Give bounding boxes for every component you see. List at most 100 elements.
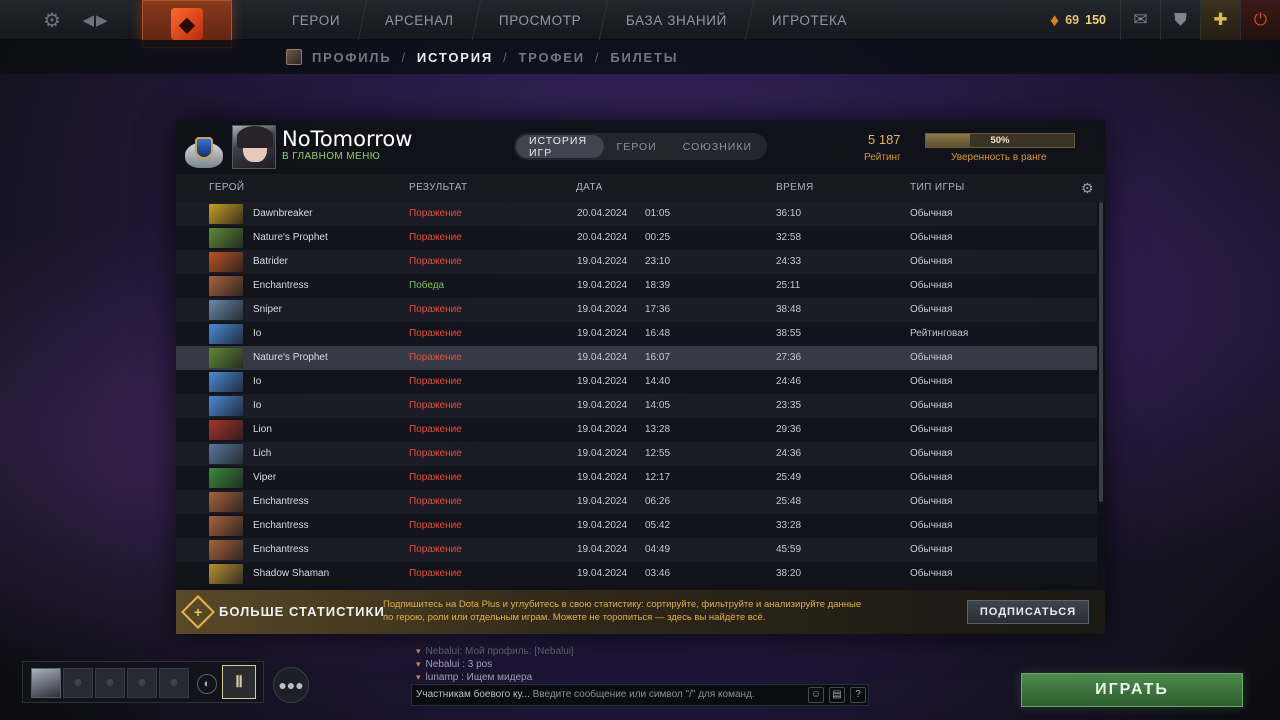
party-avatar[interactable] [31, 668, 61, 698]
subscribe-button[interactable]: ПОДПИСАТЬСЯ [967, 600, 1089, 624]
nav-armory[interactable]: АРСЕНАЛ [357, 0, 481, 40]
match-start-time: 03:46 [645, 568, 671, 579]
hero-portrait [209, 276, 243, 296]
hero-name: Enchantress [253, 280, 309, 291]
match-start-time: 23:10 [645, 256, 671, 267]
tab-match-history[interactable]: ИСТОРИЯ ИГР [516, 135, 604, 159]
shards-count: 69 [1065, 13, 1080, 27]
table-row[interactable]: Enchantress Поражение 19.04.2024 05:42 33:28… [176, 514, 1097, 538]
inventory-icon[interactable]: ⛊ [1160, 0, 1200, 40]
party-slot-empty[interactable]: ● [63, 668, 93, 698]
hero-portrait [209, 492, 243, 512]
scrollbar[interactable] [1099, 202, 1103, 502]
subnav-tickets[interactable]: БИЛЕТЫ [610, 50, 678, 65]
match-type: Обычная [910, 424, 953, 435]
back-forward-arrows-icon[interactable]: ◀▶ [76, 0, 116, 40]
match-start-time: 06:26 [645, 496, 671, 507]
table-row[interactable]: Shadow Shaman Поражение 19.04.2024 03:46 38:… [176, 562, 1097, 586]
col-duration[interactable]: ВРЕМЯ [776, 182, 814, 193]
tab-allies[interactable]: СОЮЗНИКИ [670, 135, 765, 158]
rank-tier-icon[interactable]: Ⅱ [222, 665, 256, 699]
hero-portrait [209, 300, 243, 320]
chat-rank-icon: ▾ [416, 659, 421, 669]
hero-portrait [209, 372, 243, 392]
hero-name: Nature's Prophet [253, 232, 328, 243]
currency-display[interactable]: ♦ 69 150 [1050, 10, 1106, 31]
nav-watch[interactable]: ПРОСМОТР [471, 0, 608, 40]
match-date: 20.04.2024 [577, 208, 628, 219]
table-settings-gear-icon[interactable]: ⚙ [1081, 180, 1094, 197]
nav-heroes[interactable]: ГЕРОИ [266, 0, 367, 40]
dota-plus-icon: + [181, 595, 215, 629]
dota-plus-icon[interactable]: ✚ [1200, 0, 1240, 40]
table-row[interactable]: Sniper Поражение 19.04.2024 17:36 38:48 Обычн… [176, 298, 1097, 322]
profile-header: NoTomorrow В ГЛАВНОМ МЕНЮ ИСТОРИЯ ИГР ГЕ… [176, 120, 1105, 174]
table-row[interactable]: Batrider Поражение 19.04.2024 23:10 24:33 Обы… [176, 250, 1097, 274]
subnav-history[interactable]: ИСТОРИЯ [417, 50, 493, 65]
top-bar: ⚙ ◀▶ ◆ ГЕРОИ АРСЕНАЛ ПРОСМОТР БАЗА ЗНАНИ… [0, 0, 1280, 48]
match-date: 19.04.2024 [577, 472, 628, 483]
subnav-separator: / [401, 49, 407, 65]
avatar[interactable] [232, 125, 276, 169]
match-type: Обычная [910, 520, 953, 531]
table-row[interactable]: Dawnbreaker Поражение 20.04.2024 01:05 36:10… [176, 202, 1097, 226]
match-date: 19.04.2024 [577, 400, 628, 411]
match-duration: 38:55 [776, 328, 802, 339]
hero-portrait [209, 324, 243, 344]
subnav-profile[interactable]: ПРОФИЛЬ [312, 50, 391, 65]
chat-wheel-icon[interactable]: ▤ [829, 687, 845, 703]
help-icon[interactable]: ? [850, 687, 866, 703]
match-result: Поражение [409, 328, 462, 339]
nav-learn[interactable]: БАЗА ЗНАНИЙ [599, 0, 754, 40]
table-row[interactable]: Io Поражение 19.04.2024 16:48 38:55 Рейтингов… [176, 322, 1097, 346]
match-duration: 25:48 [776, 496, 802, 507]
chat-message: ▾ Nebalui : 3 pos [416, 659, 493, 670]
col-result[interactable]: РЕЗУЛЬТАТ [409, 182, 468, 193]
match-start-time: 16:07 [645, 352, 671, 363]
chat-message: ▾ lunamp : Ищем мидера [416, 672, 533, 683]
gold-count: 150 [1085, 13, 1106, 27]
table-row[interactable]: Viper Поражение 19.04.2024 12:17 25:49 Обычна… [176, 466, 1097, 490]
table-row[interactable]: Enchantress Поражение 19.04.2024 04:49 45:59… [176, 538, 1097, 562]
settings-gear-icon[interactable]: ⚙ [32, 0, 72, 40]
match-duration: 24:33 [776, 256, 802, 267]
match-type: Обычная [910, 568, 953, 579]
mail-icon[interactable]: ✉ [1120, 0, 1160, 40]
table-row[interactable]: Io Поражение 19.04.2024 14:40 24:46 Обычная [176, 370, 1097, 394]
chat-message: ▾ Nebalui: Мой профиль: [Nebalui] [416, 646, 574, 657]
top-bar-right: ♦ 69 150 ✉ ⛊ ✚ ⏻ [1050, 0, 1280, 40]
table-row[interactable]: Lion Поражение 19.04.2024 13:28 29:36 Обычная [176, 418, 1097, 442]
match-date: 19.04.2024 [577, 544, 628, 555]
match-type: Обычная [910, 448, 953, 459]
col-hero[interactable]: ГЕРОЙ [209, 182, 245, 193]
col-date[interactable]: ДАТА [576, 182, 603, 193]
match-duration: 23:35 [776, 400, 802, 411]
nav-arcade[interactable]: ИГРОТЕКА [745, 0, 874, 40]
chat-input[interactable]: Участникам боевого ку... Введите сообщен… [411, 684, 869, 706]
match-date: 19.04.2024 [577, 496, 628, 507]
party-slot-empty[interactable]: ● [95, 668, 125, 698]
power-icon[interactable]: ⏻ [1240, 0, 1280, 40]
party-slot-empty[interactable]: ● [127, 668, 157, 698]
emoji-icon[interactable]: ☺ [808, 687, 824, 703]
friends-icon[interactable]: ●●● [273, 667, 309, 703]
match-result: Победа [409, 280, 445, 291]
voice-headset-icon[interactable]: ◐ [197, 674, 217, 694]
hero-name: Lich [253, 448, 272, 459]
play-button[interactable]: ИГРАТЬ [1021, 673, 1243, 707]
table-row[interactable]: Lich Поражение 19.04.2024 12:55 24:36 Обычная [176, 442, 1097, 466]
party-slot-empty[interactable]: ● [159, 668, 189, 698]
chat-rank-icon: ▾ [416, 672, 421, 682]
match-duration: 27:36 [776, 352, 802, 363]
match-date: 19.04.2024 [577, 256, 628, 267]
table-row[interactable]: Io Поражение 19.04.2024 14:05 23:35 Обычная [176, 394, 1097, 418]
table-row[interactable]: Nature's Prophet Поражение 19.04.2024 16:07… [176, 346, 1097, 370]
table-row[interactable]: Nature's Prophet Поражение 20.04.2024 00:25… [176, 226, 1097, 250]
match-start-time: 04:49 [645, 544, 671, 555]
table-row[interactable]: Enchantress Победа 19.04.2024 18:39 25:11 Обы… [176, 274, 1097, 298]
col-game-type[interactable]: ТИП ИГРЫ [910, 182, 965, 193]
subnav-trophies[interactable]: ТРОФЕИ [518, 50, 584, 65]
chat-channel[interactable]: Участникам боевого ку... [416, 689, 530, 700]
tab-heroes[interactable]: ГЕРОИ [604, 135, 670, 158]
table-row[interactable]: Enchantress Поражение 19.04.2024 06:26 25:48… [176, 490, 1097, 514]
